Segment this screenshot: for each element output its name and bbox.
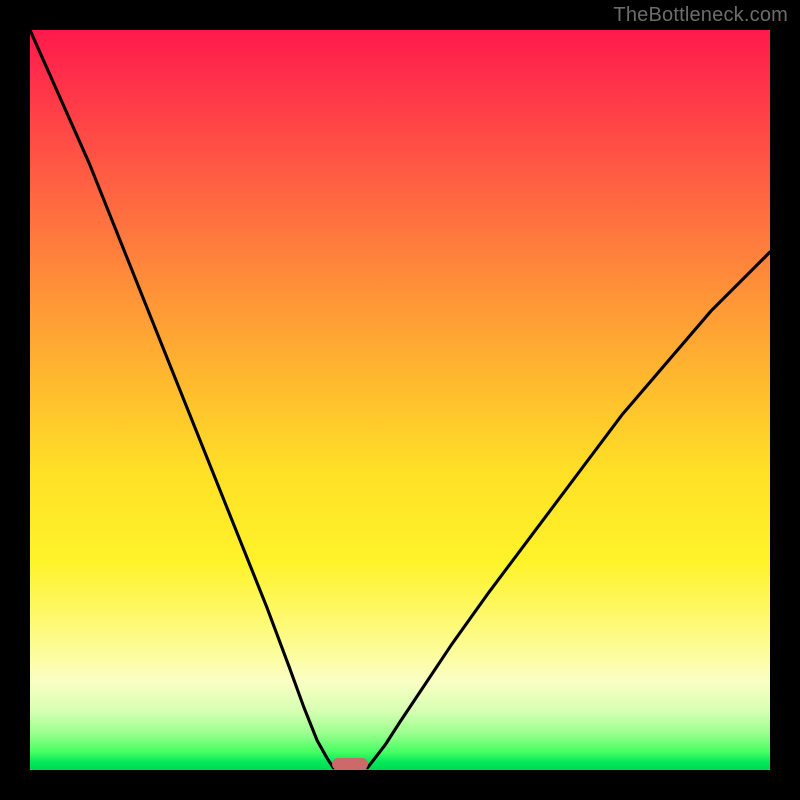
curve-left-branch <box>30 30 333 768</box>
watermark-text: TheBottleneck.com <box>613 4 788 27</box>
bottleneck-marker <box>332 758 368 770</box>
chart-frame: TheBottleneck.com <box>0 0 800 800</box>
curve-right-branch <box>367 252 770 768</box>
curve-layer <box>30 30 770 770</box>
plot-area <box>30 30 770 770</box>
